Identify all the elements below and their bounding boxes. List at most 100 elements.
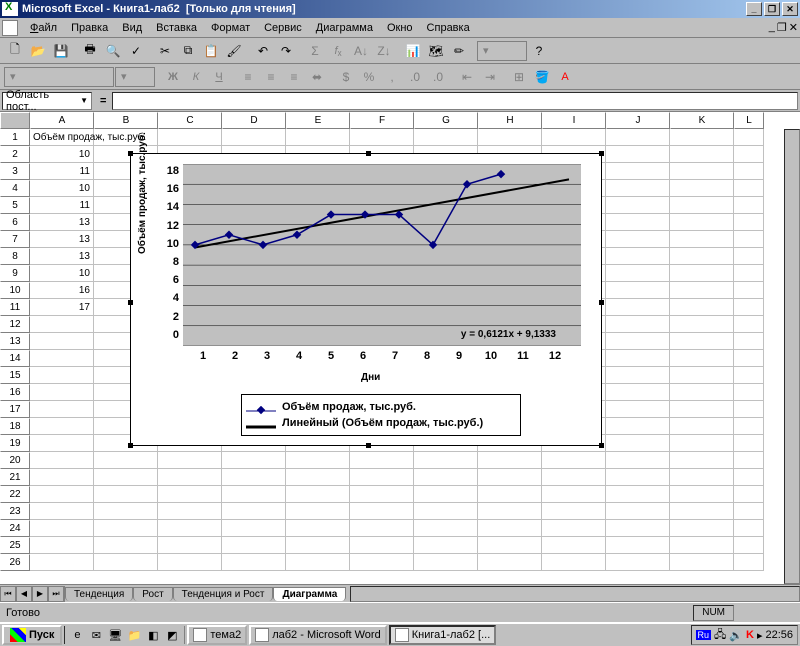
row-header[interactable]: 20 <box>0 452 30 469</box>
cell[interactable] <box>158 520 222 537</box>
cell[interactable] <box>734 265 764 282</box>
cell[interactable] <box>350 520 414 537</box>
map-icon[interactable]: 🗺 <box>425 40 447 62</box>
sheet-tab[interactable]: Тенденция <box>65 587 133 601</box>
cell[interactable] <box>478 452 542 469</box>
cell[interactable]: 10 <box>30 146 94 163</box>
redo-icon[interactable]: ↷ <box>275 40 297 62</box>
menu-window[interactable]: Окно <box>381 20 419 36</box>
percent-icon[interactable]: % <box>358 66 380 88</box>
cell[interactable]: 13 <box>30 214 94 231</box>
cell[interactable] <box>734 367 764 384</box>
cell[interactable] <box>414 486 478 503</box>
cell[interactable] <box>734 299 764 316</box>
cell[interactable] <box>606 452 670 469</box>
cell[interactable] <box>734 503 764 520</box>
open-icon[interactable]: 📂 <box>27 40 49 62</box>
name-box[interactable]: Область пост...▼ <box>2 92 92 110</box>
cell[interactable] <box>670 129 734 146</box>
cell[interactable]: 13 <box>30 248 94 265</box>
cell[interactable] <box>478 554 542 571</box>
cell[interactable] <box>158 554 222 571</box>
cell[interactable] <box>734 180 764 197</box>
sort-asc-icon[interactable]: A↓ <box>350 40 372 62</box>
row-header[interactable]: 11 <box>0 299 30 316</box>
cell[interactable] <box>606 520 670 537</box>
cell[interactable] <box>414 554 478 571</box>
cell[interactable] <box>30 401 94 418</box>
format-painter-icon[interactable]: 🖌 <box>223 40 245 62</box>
tray-av-icon[interactable]: K <box>746 629 754 641</box>
cell[interactable] <box>30 503 94 520</box>
fontsize-combo[interactable]: ▾ <box>115 67 155 87</box>
underline-icon[interactable]: Ч <box>208 66 230 88</box>
cell[interactable] <box>286 537 350 554</box>
cell[interactable] <box>606 554 670 571</box>
cell[interactable] <box>734 554 764 571</box>
currency-icon[interactable]: $ <box>335 66 357 88</box>
zoom-combo[interactable]: ▾ <box>477 41 527 61</box>
cell[interactable] <box>94 520 158 537</box>
cell[interactable] <box>222 537 286 554</box>
cell[interactable] <box>670 452 734 469</box>
column-header[interactable]: H <box>478 112 542 129</box>
borders-icon[interactable]: ⊞ <box>508 66 530 88</box>
cell[interactable] <box>30 554 94 571</box>
column-header[interactable]: G <box>414 112 478 129</box>
row-header[interactable]: 15 <box>0 367 30 384</box>
cell[interactable] <box>734 316 764 333</box>
cell[interactable] <box>734 214 764 231</box>
cell[interactable] <box>670 282 734 299</box>
outlook-icon[interactable]: ✉ <box>87 626 105 644</box>
cell[interactable] <box>606 469 670 486</box>
new-icon[interactable]: 🗋 <box>4 40 26 62</box>
italic-icon[interactable]: К <box>185 66 207 88</box>
save-icon[interactable]: 💾 <box>50 40 72 62</box>
cell[interactable] <box>670 265 734 282</box>
sheet-nav-button[interactable]: ⏮ <box>0 586 16 602</box>
cell[interactable] <box>670 350 734 367</box>
row-header[interactable]: 16 <box>0 384 30 401</box>
cell[interactable] <box>542 129 606 146</box>
cell[interactable] <box>222 486 286 503</box>
cell[interactable] <box>670 180 734 197</box>
doc-close-button[interactable]: ✕ <box>789 21 798 34</box>
app2-icon[interactable]: ◩ <box>163 626 181 644</box>
cell[interactable] <box>606 435 670 452</box>
cell[interactable] <box>734 350 764 367</box>
drawing-icon[interactable]: ✏ <box>448 40 470 62</box>
cell[interactable] <box>94 554 158 571</box>
align-right-icon[interactable]: ≡ <box>283 66 305 88</box>
inc-decimal-icon[interactable]: .0 <box>404 66 426 88</box>
cell[interactable] <box>670 214 734 231</box>
cell[interactable] <box>286 520 350 537</box>
cell[interactable] <box>158 486 222 503</box>
row-header[interactable]: 17 <box>0 401 30 418</box>
cell[interactable] <box>30 469 94 486</box>
tray-icon[interactable]: 🖧 <box>714 626 726 645</box>
cell[interactable] <box>286 129 350 146</box>
cell[interactable] <box>414 452 478 469</box>
cell[interactable] <box>670 401 734 418</box>
row-header[interactable]: 5 <box>0 197 30 214</box>
inc-indent-icon[interactable]: ⇥ <box>479 66 501 88</box>
row-header[interactable]: 18 <box>0 418 30 435</box>
cell[interactable] <box>670 469 734 486</box>
cell[interactable] <box>30 486 94 503</box>
horizontal-scrollbar[interactable] <box>350 586 800 602</box>
cell[interactable] <box>350 452 414 469</box>
cell[interactable] <box>286 486 350 503</box>
row-header[interactable]: 3 <box>0 163 30 180</box>
row-header[interactable]: 13 <box>0 333 30 350</box>
cell[interactable] <box>734 146 764 163</box>
cell[interactable] <box>606 333 670 350</box>
cell[interactable]: 10 <box>30 180 94 197</box>
sheet-nav-button[interactable]: ◀ <box>16 586 32 602</box>
cell[interactable]: 16 <box>30 282 94 299</box>
cell[interactable] <box>478 469 542 486</box>
cell[interactable] <box>734 452 764 469</box>
cell[interactable] <box>30 384 94 401</box>
menu-chart[interactable]: Диаграмма <box>310 20 379 36</box>
cell[interactable] <box>606 248 670 265</box>
row-header[interactable]: 8 <box>0 248 30 265</box>
